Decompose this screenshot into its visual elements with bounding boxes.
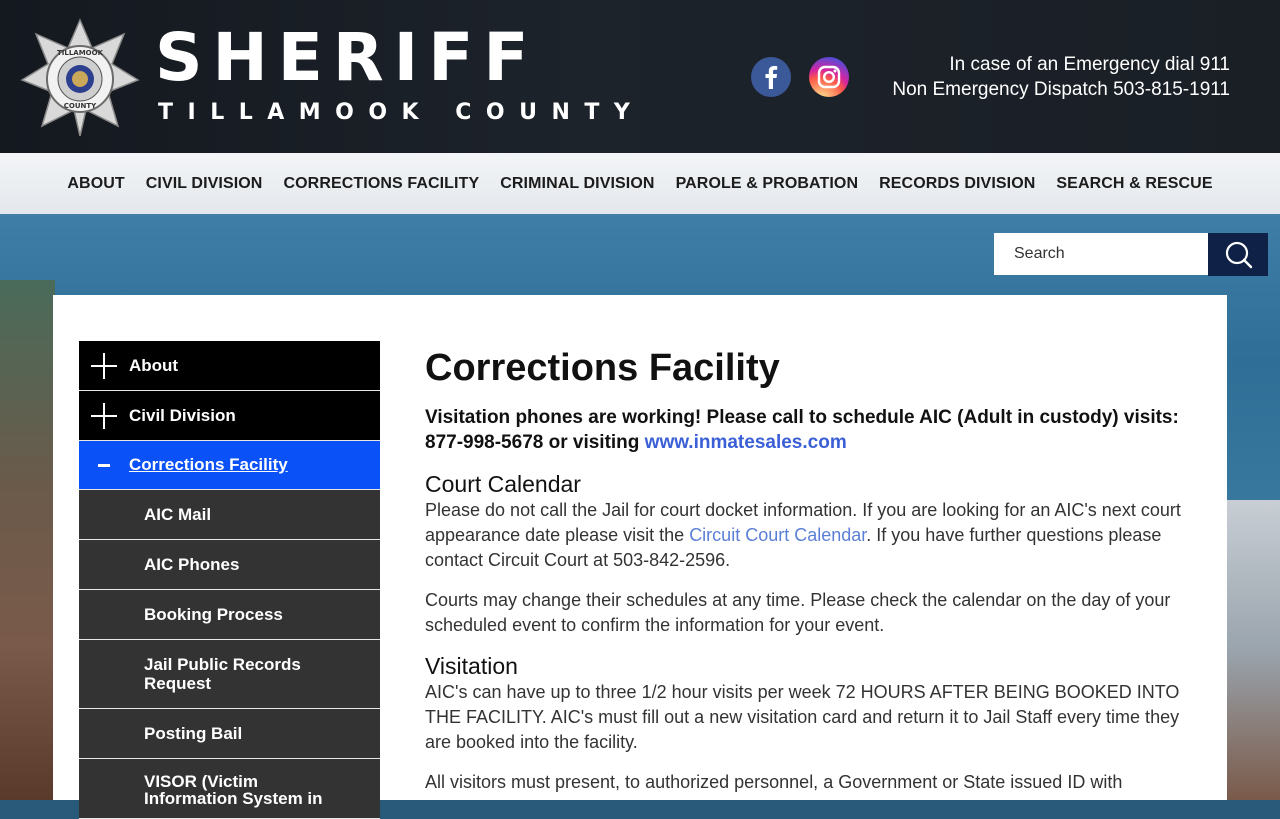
court-calendar-paragraph: Please do not call the Jail for court do… bbox=[425, 498, 1205, 573]
sidebar-menu: About Civil Division Corrections Facilit… bbox=[79, 341, 380, 819]
circuit-court-calendar-link[interactable]: Circuit Court Calendar bbox=[689, 525, 866, 545]
plus-icon[interactable] bbox=[91, 352, 117, 379]
sidebar-subitem-booking-process[interactable]: Booking Process bbox=[79, 590, 380, 640]
sidebar-subitem-aic-phones[interactable]: AIC Phones bbox=[79, 540, 380, 590]
sidebar-item-label: About bbox=[129, 355, 179, 375]
search-input[interactable] bbox=[994, 233, 1208, 275]
emergency-contact: In case of an Emergency dial 911 Non Eme… bbox=[892, 52, 1230, 102]
search-icon bbox=[1225, 241, 1253, 269]
sidebar-item-label: Jail Public Records Request bbox=[144, 655, 301, 693]
hero-background-left bbox=[0, 280, 55, 800]
nav-parole-probation[interactable]: PAROLE & PROBATION bbox=[676, 175, 859, 193]
inmatesales-link[interactable]: www.inmatesales.com bbox=[645, 432, 847, 453]
badge-top-text: TILLAMOOK bbox=[57, 49, 104, 57]
plus-icon[interactable] bbox=[91, 402, 117, 429]
nav-search-rescue[interactable]: SEARCH & RESCUE bbox=[1056, 175, 1212, 193]
visitation-id-paragraph: All visitors must present, to authorized… bbox=[425, 772, 1123, 792]
badge-bottom-text: COUNTY bbox=[64, 102, 97, 110]
emergency-line: In case of an Emergency dial 911 bbox=[949, 54, 1230, 75]
nav-corrections-facility[interactable]: CORRECTIONS FACILITY bbox=[283, 175, 479, 193]
instagram-icon[interactable] bbox=[809, 57, 849, 97]
sidebar-item-about[interactable]: About bbox=[79, 341, 380, 391]
visitation-paragraph: AIC's can have up to three 1/2 hour visi… bbox=[425, 682, 1180, 752]
sidebar-item-corrections-facility[interactable]: Corrections Facility bbox=[79, 441, 380, 490]
minus-icon[interactable] bbox=[91, 452, 117, 478]
sidebar-item-label: AIC Phones bbox=[144, 554, 240, 574]
visitation-notice: Visitation phones are working! Please ca… bbox=[425, 405, 1205, 455]
nav-civil-division[interactable]: CIVIL DIVISION bbox=[146, 175, 263, 193]
content-card: About Civil Division Corrections Facilit… bbox=[53, 295, 1227, 819]
sidebar-item-label: Booking Process bbox=[144, 604, 283, 624]
site-title[interactable]: SHERIFF bbox=[155, 20, 538, 96]
sidebar-subitem-aic-mail[interactable]: AIC Mail bbox=[79, 490, 380, 540]
facebook-icon[interactable] bbox=[751, 57, 791, 97]
court-calendar-heading: Court Calendar bbox=[425, 471, 581, 497]
search-button[interactable] bbox=[1208, 233, 1268, 276]
sidebar-item-civil-division[interactable]: Civil Division bbox=[79, 391, 380, 441]
nav-criminal-division[interactable]: CRIMINAL DIVISION bbox=[500, 175, 654, 193]
sidebar-item-label: Civil Division bbox=[129, 405, 236, 425]
nav-about[interactable]: ABOUT bbox=[67, 175, 124, 193]
page-title: Corrections Facility bbox=[425, 347, 780, 389]
main-navigation: ABOUT CIVIL DIVISION CORRECTIONS FACILIT… bbox=[0, 153, 1280, 214]
site-header: TILLAMOOK COUNTY SHERIFF TILLAMOOK COUNT… bbox=[0, 0, 1280, 153]
sidebar-item-label: VISOR (Victim Information System in bbox=[144, 772, 323, 808]
site-subtitle[interactable]: TILLAMOOK COUNTY bbox=[158, 100, 644, 125]
sidebar-item-label: AIC Mail bbox=[144, 504, 212, 524]
nav-records-division[interactable]: RECORDS DIVISION bbox=[879, 175, 1035, 193]
sidebar-subitem-posting-bail[interactable]: Posting Bail bbox=[79, 709, 380, 759]
sidebar-item-label: Posting Bail bbox=[144, 723, 243, 743]
sidebar-subitem-jail-public-records[interactable]: Jail Public Records Request bbox=[79, 640, 380, 709]
sidebar-subitem-visor[interactable]: VISOR (Victim Information System in bbox=[79, 759, 380, 819]
visitation-heading: Visitation bbox=[425, 653, 518, 679]
court-schedule-paragraph: Courts may change their schedules at any… bbox=[425, 590, 1171, 635]
main-content: Corrections Facility Visitation phones a… bbox=[425, 345, 1205, 810]
dispatch-line: Non Emergency Dispatch 503-815-1911 bbox=[892, 79, 1230, 100]
sheriff-star-badge-icon[interactable]: TILLAMOOK COUNTY bbox=[20, 18, 140, 136]
sidebar-item-label: Corrections Facility bbox=[129, 455, 288, 474]
hero-background-right bbox=[1226, 500, 1280, 800]
